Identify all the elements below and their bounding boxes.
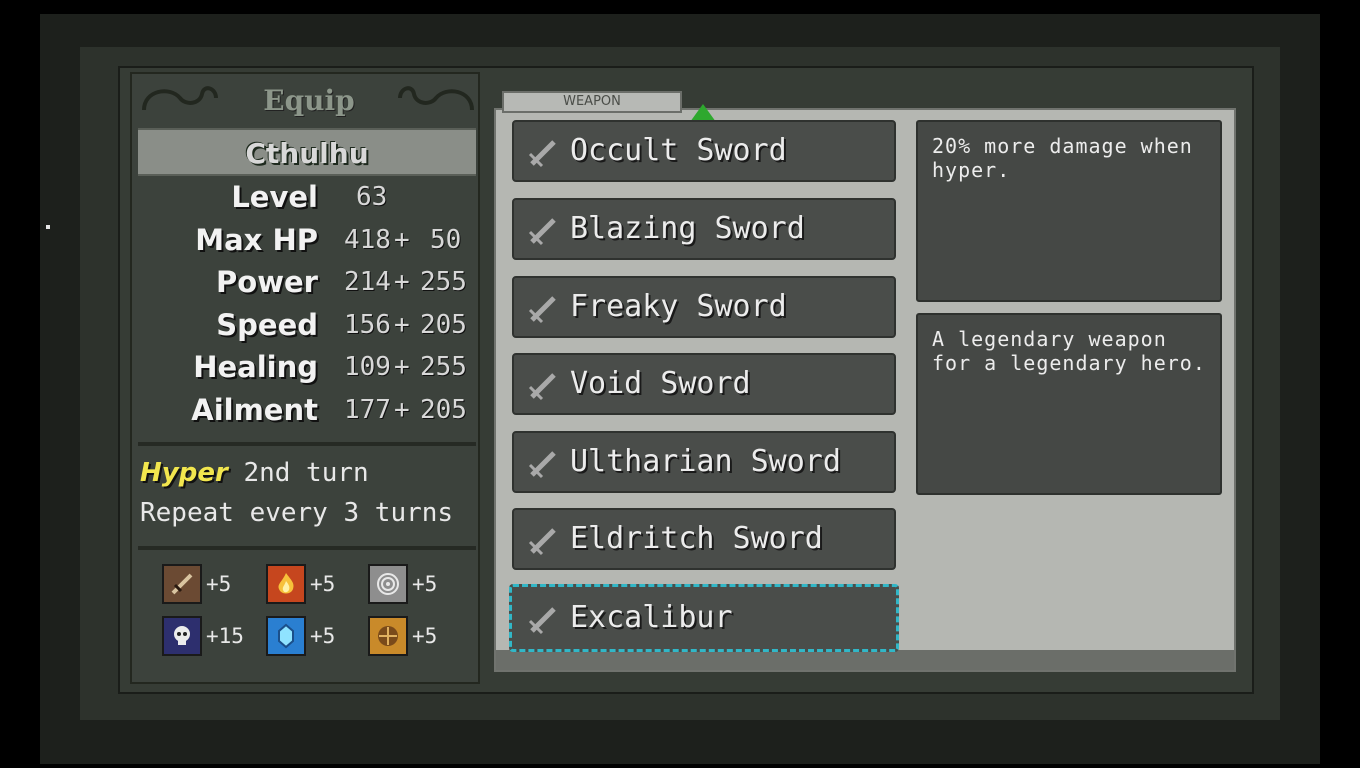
stat-label: Healing bbox=[193, 350, 318, 385]
weapon-name: Eldritch Sword bbox=[570, 521, 823, 556]
stat-bonus-value: 50 bbox=[430, 224, 462, 255]
weapon-name: Void Sword bbox=[570, 366, 751, 401]
stat-base-value: 156 bbox=[344, 309, 391, 340]
stat-label: Power bbox=[216, 265, 318, 300]
weapon-item[interactable]: Blazing Sword bbox=[512, 198, 896, 260]
stat-base-value: 63 bbox=[356, 182, 388, 212]
stat-row-max-hp: Max HP 418 + 50 bbox=[138, 223, 476, 266]
weapon-item[interactable]: Freaky Sword bbox=[512, 276, 896, 338]
shield-resist-icon bbox=[368, 616, 408, 656]
stat-base-value: 109 bbox=[344, 352, 391, 383]
weapon-name: Ultharian Sword bbox=[570, 444, 841, 479]
weapon-item-selected[interactable]: Excalibur bbox=[509, 584, 899, 652]
resistance-value: +5 bbox=[310, 572, 336, 596]
sword-icon bbox=[528, 296, 556, 324]
weapon-name: Excalibur bbox=[570, 600, 733, 635]
sword-icon bbox=[528, 451, 556, 479]
page-title: Equip bbox=[263, 84, 355, 117]
weapon-name: Occult Sword bbox=[570, 133, 787, 168]
stat-base-value: 418 bbox=[344, 224, 391, 255]
crystal-resist-icon bbox=[266, 616, 306, 656]
stat-label: Ailment bbox=[191, 392, 318, 427]
sword-icon bbox=[528, 218, 556, 246]
stat-bonus-value: 255 bbox=[420, 352, 467, 383]
left-scroll-ornament-icon bbox=[140, 80, 220, 116]
hyper-info: Hyper 2nd turn bbox=[140, 458, 369, 488]
stat-row-ailment: Ailment 177 + 205 bbox=[138, 393, 476, 436]
stat-base-value: 177 bbox=[344, 394, 391, 425]
stat-row-level: Level 63 bbox=[138, 180, 476, 223]
stat-bonus-value: 205 bbox=[420, 394, 467, 425]
stat-label: Level bbox=[231, 180, 318, 214]
stat-plus-sign: + bbox=[394, 352, 410, 383]
hero-name: Cthulhu bbox=[245, 137, 369, 170]
stat-row-power: Power 214 + 255 bbox=[138, 265, 476, 308]
effect-description: 20% more damage when hyper. bbox=[932, 134, 1193, 182]
hyper-repeat: Repeat every 3 turns bbox=[140, 498, 454, 528]
stat-label: Max HP bbox=[195, 222, 318, 257]
stat-label: Speed bbox=[216, 307, 318, 342]
stat-plus-sign: + bbox=[394, 309, 410, 340]
sword-resist-icon bbox=[162, 564, 202, 604]
sword-icon bbox=[528, 140, 556, 168]
wind-resist-icon bbox=[368, 564, 408, 604]
weapon-item[interactable]: Ultharian Sword bbox=[512, 431, 896, 493]
weapon-name: Freaky Sword bbox=[570, 289, 787, 324]
skull-resist-icon bbox=[162, 616, 202, 656]
hyper-turn: 2nd turn bbox=[243, 458, 369, 488]
hyper-tag: Hyper bbox=[140, 458, 228, 488]
stray-pixel bbox=[46, 225, 50, 229]
stat-base-value: 214 bbox=[344, 267, 391, 298]
panel-bottom-edge bbox=[496, 650, 1234, 670]
stat-plus-sign: + bbox=[394, 224, 410, 255]
flavor-description-box: A legendary weapon for a legendary hero. bbox=[916, 313, 1222, 495]
weapon-item[interactable]: Eldritch Sword bbox=[512, 508, 896, 570]
stat-row-speed: Speed 156 + 205 bbox=[138, 308, 476, 351]
sword-icon bbox=[528, 607, 556, 635]
stat-bonus-value: 255 bbox=[420, 267, 467, 298]
sword-icon bbox=[528, 373, 556, 401]
weapon-item[interactable]: Occult Sword bbox=[512, 120, 896, 182]
stat-bonus-value: 205 bbox=[420, 309, 467, 340]
right-scroll-ornament-icon bbox=[396, 80, 476, 116]
resistance-value: +5 bbox=[412, 572, 438, 596]
divider bbox=[138, 442, 476, 446]
stat-plus-sign: + bbox=[394, 267, 410, 298]
sword-icon bbox=[528, 528, 556, 556]
resistance-value: +5 bbox=[206, 572, 232, 596]
resistance-value: +5 bbox=[310, 624, 336, 648]
fire-resist-icon bbox=[266, 564, 306, 604]
resistance-value: +5 bbox=[412, 624, 438, 648]
flavor-description: A legendary weapon for a legendary hero. bbox=[932, 327, 1206, 375]
divider bbox=[138, 546, 476, 550]
resistance-value: +15 bbox=[206, 624, 244, 648]
stats-list: Level 63 Max HP 418 + 50 Power 214 + 255… bbox=[138, 180, 476, 436]
tab-weapon[interactable]: WEAPON bbox=[502, 91, 682, 113]
weapon-name: Blazing Sword bbox=[570, 211, 805, 246]
resistance-grid: +5 +5 +5 +15 +5 +5 bbox=[162, 564, 462, 664]
effect-description-box: 20% more damage when hyper. bbox=[916, 120, 1222, 302]
stat-plus-sign: + bbox=[394, 394, 410, 425]
stat-row-healing: Healing 109 + 255 bbox=[138, 350, 476, 393]
weapon-item[interactable]: Void Sword bbox=[512, 353, 896, 415]
